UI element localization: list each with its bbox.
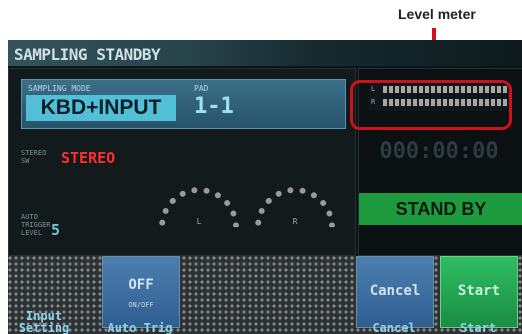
cancel-button[interactable]: Cancel: [356, 256, 434, 328]
sampling-settings-panel: SAMPLING MODE PAD KBD+INPUT 1-1 STEREO S…: [8, 68, 356, 284]
sampling-screen: SAMPLING STANDBY SAMPLING MODE PAD KBD+I…: [8, 40, 522, 334]
cancel-footer[interactable]: Cancel: [356, 322, 432, 334]
auto-trigger-level-value[interactable]: 5: [51, 221, 60, 239]
start-button[interactable]: Start: [440, 256, 518, 328]
auto-trig-button-label: OFF: [128, 277, 154, 293]
stereo-sw-label: STEREO SW: [21, 149, 47, 165]
screen-title: SAMPLING STANDBY: [14, 45, 161, 64]
pad-value[interactable]: 1-1: [194, 94, 234, 119]
standby-status: STAND BY: [359, 193, 522, 225]
stereo-sw-value[interactable]: STEREO: [61, 149, 115, 167]
input-level-knob-right[interactable]: R: [238, 170, 352, 284]
level-meter-callout-label: Level meter: [398, 6, 476, 22]
mode-pad-box: SAMPLING MODE PAD KBD+INPUT 1-1: [21, 79, 346, 129]
auto-trig-toggle-button[interactable]: OFF ON/OFF: [102, 256, 180, 328]
start-button-label: Start: [457, 283, 501, 299]
pad-label: PAD: [194, 84, 209, 93]
auto-trig-footer[interactable]: Auto Trig: [102, 322, 178, 334]
start-footer[interactable]: Start: [440, 322, 516, 334]
button-bar: OFF ON/OFF Cancel Start Input Setting Au…: [8, 256, 522, 334]
title-bar: SAMPLING STANDBY: [8, 40, 522, 66]
input-setting-footer[interactable]: Input Setting: [14, 310, 74, 334]
recording-time: 000:00:00: [379, 139, 499, 164]
input-level-knob-left[interactable]: L: [142, 170, 256, 284]
auto-trig-button-sublabel: ON/OFF: [128, 301, 154, 309]
sampling-mode-label: SAMPLING MODE: [28, 84, 91, 93]
knob-left-label: L: [196, 217, 202, 226]
level-meter-callout-ring: [350, 80, 512, 130]
knob-right-label: R: [292, 217, 298, 226]
sampling-mode-value[interactable]: KBD+INPUT: [26, 95, 176, 121]
cancel-button-label: Cancel: [369, 283, 421, 299]
